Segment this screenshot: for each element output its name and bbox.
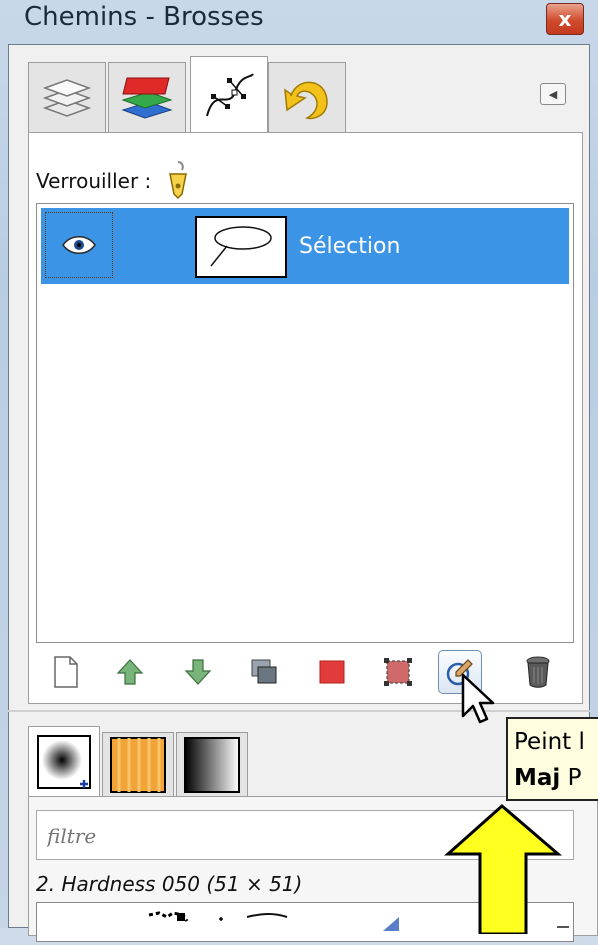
arrow-down-icon bbox=[184, 659, 212, 685]
undo-history-icon bbox=[284, 81, 328, 119]
tooltip: Peint l Maj P bbox=[506, 717, 598, 801]
lower-path-button[interactable] bbox=[176, 650, 220, 694]
tab-paths[interactable] bbox=[190, 56, 268, 134]
window-title: Chemins - Brosses bbox=[24, 2, 264, 32]
tooltip-line-2: Maj P bbox=[514, 765, 581, 791]
path-to-selection-button[interactable] bbox=[310, 650, 354, 694]
gradient-icon bbox=[184, 736, 240, 793]
tooltip-line-1: Peint l bbox=[514, 729, 585, 755]
paths-list[interactable]: Sélection bbox=[36, 203, 574, 643]
tab-layers[interactable] bbox=[28, 62, 106, 132]
lock-position-toggle[interactable] bbox=[162, 160, 194, 205]
mouse-pointer-icon bbox=[461, 673, 495, 724]
path-to-selection-icon bbox=[319, 660, 345, 684]
tab-undo-history[interactable] bbox=[268, 62, 346, 132]
brush-icon bbox=[37, 734, 91, 789]
selected-brush-name: 2. Hardness 050 (51 × 51) bbox=[36, 872, 303, 896]
annotation-arrow-icon bbox=[444, 804, 563, 934]
path-name[interactable]: Sélection bbox=[299, 234, 400, 259]
pane-separator[interactable] bbox=[8, 710, 590, 712]
lock-label-text: Verrouiller : bbox=[36, 169, 152, 193]
path-thumbnail bbox=[195, 216, 287, 278]
pattern-icon bbox=[110, 736, 166, 793]
triangle-left-icon: ◀ bbox=[548, 87, 558, 101]
tab-gradients[interactable] bbox=[176, 732, 248, 796]
tab-patterns[interactable] bbox=[102, 732, 174, 796]
eye-icon bbox=[62, 236, 96, 254]
paths-button-bar bbox=[40, 650, 580, 698]
arrow-up-icon bbox=[116, 659, 144, 685]
layers-icon bbox=[42, 78, 92, 117]
tooltip-shortcut-key: Maj bbox=[514, 765, 561, 791]
tooltip-line-2-rest: P bbox=[560, 765, 582, 791]
tab-brushes[interactable] bbox=[28, 726, 100, 796]
trash-icon bbox=[526, 656, 550, 688]
dock-window: Chemins - Brosses x ◀ Verrouiller: Séle… bbox=[0, 0, 598, 942]
raise-path-button[interactable] bbox=[108, 650, 152, 694]
new-document-icon bbox=[54, 656, 78, 688]
delete-path-button[interactable] bbox=[516, 650, 560, 694]
path-row[interactable]: Sélection bbox=[41, 208, 569, 284]
duplicate-icon bbox=[251, 659, 277, 684]
pen-lock-icon bbox=[168, 161, 187, 200]
panel-menu-button[interactable]: ◀ bbox=[540, 83, 566, 105]
tab-channels[interactable] bbox=[108, 62, 186, 132]
brush-filter-input[interactable] bbox=[45, 819, 489, 853]
new-path-button[interactable] bbox=[44, 650, 88, 694]
close-button[interactable]: x bbox=[546, 3, 584, 35]
paths-icon bbox=[206, 72, 254, 116]
lasso-path-icon bbox=[210, 226, 272, 267]
lock-label: Verrouiller : bbox=[36, 160, 194, 205]
channels-icon bbox=[121, 77, 173, 119]
selection-to-path-icon bbox=[384, 658, 412, 686]
duplicate-path-button[interactable] bbox=[242, 650, 286, 694]
visibility-toggle[interactable] bbox=[45, 212, 113, 278]
selection-to-path-button[interactable] bbox=[376, 650, 420, 694]
